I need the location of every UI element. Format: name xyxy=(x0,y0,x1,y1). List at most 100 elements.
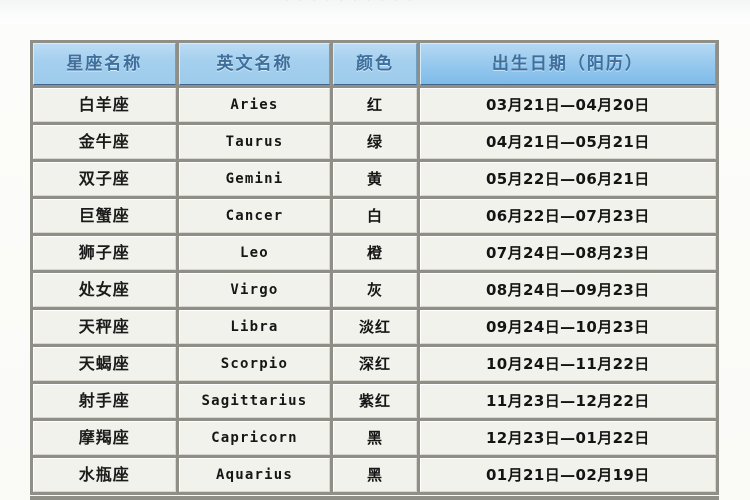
zodiac-name-cell: 处女座 xyxy=(33,273,176,307)
zodiac-name-cell-text: 巨蟹座 xyxy=(78,206,130,225)
birth-date-cell-text: 08月24日—09月23日 xyxy=(485,281,650,299)
birth-date-cell: 09月24日—10月23日 xyxy=(419,310,716,344)
color-cell: 淡红 xyxy=(333,310,417,344)
birth-date-cell: 06月22日—07月23日 xyxy=(419,199,716,233)
color-cell: 橙 xyxy=(333,236,417,270)
zodiac-table: 星座名称 英文名称 颜色 出生日期（阳历） 白羊座 Aries 红 03月21日—04… xyxy=(30,40,719,495)
birth-date-cell: 01月21日—02月19日 xyxy=(419,458,716,492)
table-row: 狮子座 Leo 橙 07月24日—08月23日 xyxy=(33,236,716,270)
birth-date-cell-text: 10月24日—11月22日 xyxy=(485,355,650,373)
color-cell-text: 深红 xyxy=(358,355,391,373)
zodiac-name-cell: 狮子座 xyxy=(33,236,176,270)
birth-date-cell: 07月24日—08月23日 xyxy=(419,236,716,270)
english-name-cell-text: Aquarius xyxy=(215,467,293,483)
zodiac-name-cell-text: 狮子座 xyxy=(78,243,130,262)
birth-date-cell-text: 09月24日—10月23日 xyxy=(485,318,650,336)
birth-date-cell-text: 06月22日—07月23日 xyxy=(485,207,650,225)
zodiac-name-cell-text: 双子座 xyxy=(78,169,130,188)
english-name-cell-text: Taurus xyxy=(225,134,284,150)
table-bottom-clip xyxy=(30,496,719,500)
zodiac-name-cell: 射手座 xyxy=(33,384,176,418)
english-name-cell-text: Gemini xyxy=(225,171,284,187)
color-cell-text: 红 xyxy=(366,96,383,114)
color-cell: 黄 xyxy=(333,162,417,196)
zodiac-name-cell: 天秤座 xyxy=(33,310,176,344)
birth-date-cell-text: 12月23日—01月22日 xyxy=(485,429,650,447)
english-name-cell: Capricorn xyxy=(178,421,331,455)
color-cell-text: 灰 xyxy=(366,281,383,299)
table-body: 白羊座 Aries 红 03月21日—04月20日金牛座 Taurus 绿 04月21日—0… xyxy=(33,88,716,492)
english-name-cell: Sagittarius xyxy=(178,384,331,418)
zodiac-name-cell-text: 天秤座 xyxy=(78,317,130,336)
color-cell-text: 黄 xyxy=(366,170,383,188)
zodiac-name-cell: 巨蟹座 xyxy=(33,199,176,233)
birth-date-cell-text: 11月23日—12月22日 xyxy=(485,392,650,410)
english-name-cell-text: Scorpio xyxy=(220,356,289,372)
english-name-cell-text: Cancer xyxy=(225,208,284,224)
color-cell: 黑 xyxy=(333,421,417,455)
zodiac-name-cell-text: 射手座 xyxy=(78,391,130,410)
birth-date-cell-text: 03月21日—04月20日 xyxy=(485,96,650,114)
color-cell: 红 xyxy=(333,88,417,122)
color-cell-text: 淡红 xyxy=(358,318,391,336)
column-header-english-label: 英文名称 xyxy=(216,54,293,74)
column-header-name: 星座名称 xyxy=(33,43,176,85)
birth-date-cell: 04月21日—05月21日 xyxy=(419,125,716,159)
column-header-date: 出生日期（阳历） xyxy=(419,43,716,85)
table-row: 白羊座 Aries 红 03月21日—04月20日 xyxy=(33,88,716,122)
english-name-cell: Gemini xyxy=(178,162,331,196)
color-cell-text: 绿 xyxy=(366,133,383,151)
birth-date-cell: 05月22日—06月21日 xyxy=(419,162,716,196)
column-header-color-label: 颜色 xyxy=(355,54,394,74)
english-name-cell: Aquarius xyxy=(178,458,331,492)
table-row: 射手座 Sagittarius 紫红 11月23日—12月22日 xyxy=(33,384,716,418)
color-cell: 灰 xyxy=(333,273,417,307)
birth-date-cell: 12月23日—01月22日 xyxy=(419,421,716,455)
table-row: 天蝎座 Scorpio 深红 10月24日—11月22日 xyxy=(33,347,716,381)
birth-date-cell-text: 04月21日—05月21日 xyxy=(485,133,650,151)
english-name-cell: Virgo xyxy=(178,273,331,307)
birth-date-cell-text: 01月21日—02月19日 xyxy=(485,466,650,484)
english-name-cell: Leo xyxy=(178,236,331,270)
zodiac-name-cell: 天蝎座 xyxy=(33,347,176,381)
table-row: 金牛座 Taurus 绿 04月21日—05月21日 xyxy=(33,125,716,159)
birth-date-cell: 11月23日—12月22日 xyxy=(419,384,716,418)
english-name-cell-text: Capricorn xyxy=(211,430,298,446)
column-header-english: 英文名称 xyxy=(178,43,331,85)
color-cell: 黑 xyxy=(333,458,417,492)
table-row: 天秤座 Libra 淡红 09月24日—10月23日 xyxy=(33,310,716,344)
table-row: 摩羯座 Capricorn 黑 12月23日—01月22日 xyxy=(33,421,716,455)
color-cell-text: 橙 xyxy=(366,244,383,262)
column-header-date-label: 出生日期（阳历） xyxy=(491,54,644,74)
birth-date-cell: 10月24日—11月22日 xyxy=(419,347,716,381)
english-name-cell: Taurus xyxy=(178,125,331,159)
top-cut-off-text: · · · · · · · · · · xyxy=(285,0,415,7)
english-name-cell-text: Libra xyxy=(230,319,279,335)
table-row: 巨蟹座 Cancer 白 06月22日—07月23日 xyxy=(33,199,716,233)
zodiac-name-cell-text: 白羊座 xyxy=(78,95,130,114)
birth-date-cell: 03月21日—04月20日 xyxy=(419,88,716,122)
zodiac-name-cell: 摩羯座 xyxy=(33,421,176,455)
english-name-cell-text: Aries xyxy=(230,97,279,113)
table-row: 处女座 Virgo 灰 08月24日—09月23日 xyxy=(33,273,716,307)
zodiac-table-container: 星座名称 英文名称 颜色 出生日期（阳历） 白羊座 Aries 红 03月21日—04… xyxy=(30,40,719,495)
zodiac-name-cell-text: 处女座 xyxy=(78,280,130,299)
zodiac-name-cell: 金牛座 xyxy=(33,125,176,159)
color-cell: 紫红 xyxy=(333,384,417,418)
zodiac-name-cell: 双子座 xyxy=(33,162,176,196)
table-header-row: 星座名称 英文名称 颜色 出生日期（阳历） xyxy=(33,43,716,85)
birth-date-cell-text: 07月24日—08月23日 xyxy=(485,244,650,262)
zodiac-name-cell-text: 水瓶座 xyxy=(78,465,130,484)
zodiac-name-cell: 白羊座 xyxy=(33,88,176,122)
english-name-cell: Libra xyxy=(178,310,331,344)
color-cell: 深红 xyxy=(333,347,417,381)
english-name-cell: Aries xyxy=(178,88,331,122)
zodiac-name-cell-text: 金牛座 xyxy=(78,132,130,151)
color-cell: 白 xyxy=(333,199,417,233)
color-cell-text: 黑 xyxy=(366,466,383,484)
birth-date-cell-text: 05月22日—06月21日 xyxy=(485,170,650,188)
birth-date-cell: 08月24日—09月23日 xyxy=(419,273,716,307)
column-header-name-label: 星座名称 xyxy=(66,54,143,74)
zodiac-name-cell-text: 摩羯座 xyxy=(78,428,130,447)
color-cell-text: 白 xyxy=(366,207,383,225)
